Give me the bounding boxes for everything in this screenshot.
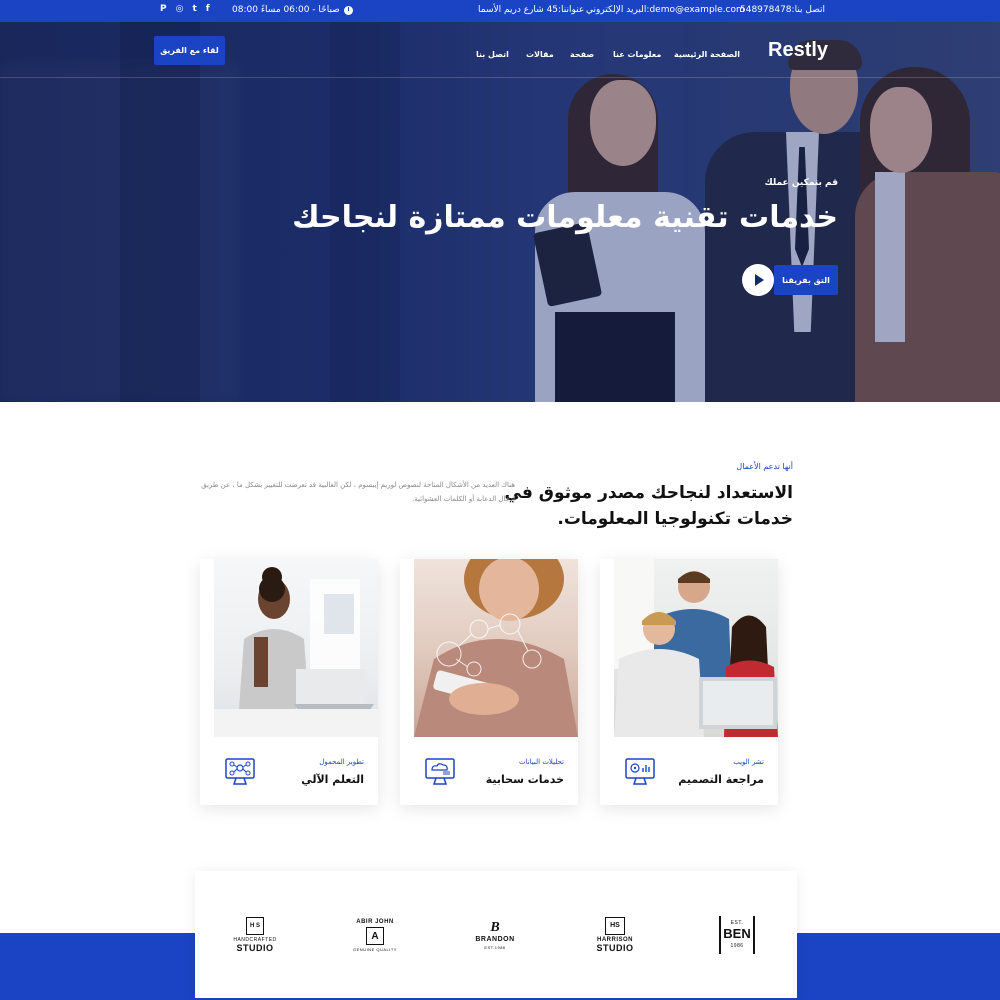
site-logo[interactable]: Restly [768, 39, 828, 62]
twitter-icon[interactable]: t [192, 4, 196, 14]
machine-learning-icon [224, 756, 256, 792]
brand-line: STUDIO [236, 942, 274, 953]
hero-section: لقاء مع الفريق الصفحة الرئيسية معلومات ع… [0, 22, 1000, 402]
brand-logo-abir-john[interactable]: ABIR JOHN A GENUINE QUALITY [345, 871, 405, 998]
card-category: تطوير المحمول [319, 758, 364, 766]
card-illustration [414, 559, 578, 737]
brand-mark: BEN [723, 926, 751, 941]
cloud-services-icon [424, 756, 456, 792]
about-kicker: أنها تدعم الأعمال [736, 462, 793, 471]
nav-item-page[interactable]: صفحة [570, 50, 594, 59]
hero-title: خدمات تقنية معلومات ممتازة لنجاحك [292, 200, 838, 235]
email-link[interactable]: البريد الإلكتروني:demo@example.com [586, 5, 745, 15]
card-photo-team-laptop [614, 559, 778, 737]
brand-line: BRANDON [475, 935, 515, 943]
hero-kicker: قم بتمكين عملك [764, 178, 838, 188]
brand-line: ABIR JOHN [356, 919, 394, 925]
card-title[interactable]: مراجعة التصميم [678, 773, 764, 786]
meet-team-hero-button[interactable]: التق بفريقنا [774, 265, 838, 295]
opening-hours-text: 08:00 صباحًا - 06:00 مساءً [232, 5, 340, 15]
brand-mark: B [490, 919, 500, 935]
brand-mark: H S [246, 916, 264, 935]
brand-logo-ben[interactable]: EST. BEN 1986 [707, 871, 767, 998]
social-links: P ◎ t f [160, 4, 210, 14]
brand-logo-handcrafted-studio[interactable]: H S HANDCRAFTED STUDIO [225, 871, 285, 998]
about-title: الاستعداد لنجاحك مصدر موثوق في خدمات تكن… [504, 483, 793, 529]
nav-item-articles[interactable]: مقالات [526, 50, 554, 59]
service-card-design-review[interactable]: تشر الويب مراجعة التصميم [600, 559, 778, 805]
card-photo-woman-phone [414, 559, 578, 737]
service-card-machine-learning[interactable]: تطوير المحمول التعلم الآلي [200, 559, 378, 805]
design-review-icon [624, 756, 656, 792]
service-card-cloud-services[interactable]: تحليلات البيانات خدمات سحابية [400, 559, 578, 805]
brand-logo-harrison-studio[interactable]: HS HARRISON STUDIO [585, 871, 645, 998]
card-illustration [614, 559, 778, 737]
brand-logo-brandon[interactable]: B BRANDON EST.1986 [465, 871, 525, 998]
phone-link[interactable]: اتصل بنا:548978478 [740, 5, 825, 15]
brand-line: 1986 [730, 943, 744, 949]
brand-mark: HS [605, 916, 625, 935]
meet-team-button[interactable]: لقاء مع الفريق [154, 36, 225, 65]
main-navigation: لقاء مع الفريق الصفحة الرئيسية معلومات ع… [0, 22, 1000, 78]
opening-hours: 08:00 صباحًا - 06:00 مساءً [232, 5, 353, 15]
about-text: هناك العديد من الأشكال المتاحة لنصوص لور… [201, 481, 515, 503]
card-title[interactable]: خدمات سحابية [486, 773, 564, 786]
brand-line: STUDIO [596, 942, 634, 953]
pinterest-icon[interactable]: P [160, 4, 167, 14]
brand-line: GENUINE QUALITY [353, 947, 397, 952]
card-category: تشر الويب [733, 758, 764, 766]
brand-mark: A [366, 927, 384, 945]
address-text: عنواننا:45 شارع دريم الأسما [478, 5, 585, 15]
top-bar: P ◎ t f 08:00 صباحًا - 06:00 مساءً عنوان… [0, 0, 1000, 22]
play-icon[interactable] [742, 264, 774, 296]
card-title[interactable]: التعلم الآلي [301, 773, 364, 786]
nav-item-home[interactable]: الصفحة الرئيسية [674, 50, 740, 59]
clock-icon [343, 5, 353, 15]
card-illustration [214, 567, 378, 737]
facebook-icon[interactable]: f [206, 4, 210, 14]
card-category: تحليلات البيانات [519, 758, 564, 766]
nav-item-about[interactable]: معلومات عنا [613, 50, 661, 59]
brand-line: EST.1986 [484, 944, 506, 950]
brand-frame: EST. BEN 1986 [719, 915, 755, 954]
instagram-icon[interactable]: ◎ [176, 4, 184, 14]
brand-logos: H S HANDCRAFTED STUDIO ABIR JOHN A GENUI… [195, 871, 797, 998]
nav-item-contact[interactable]: اتصل بنا [476, 50, 509, 59]
card-photo-woman-laptop [214, 559, 378, 737]
